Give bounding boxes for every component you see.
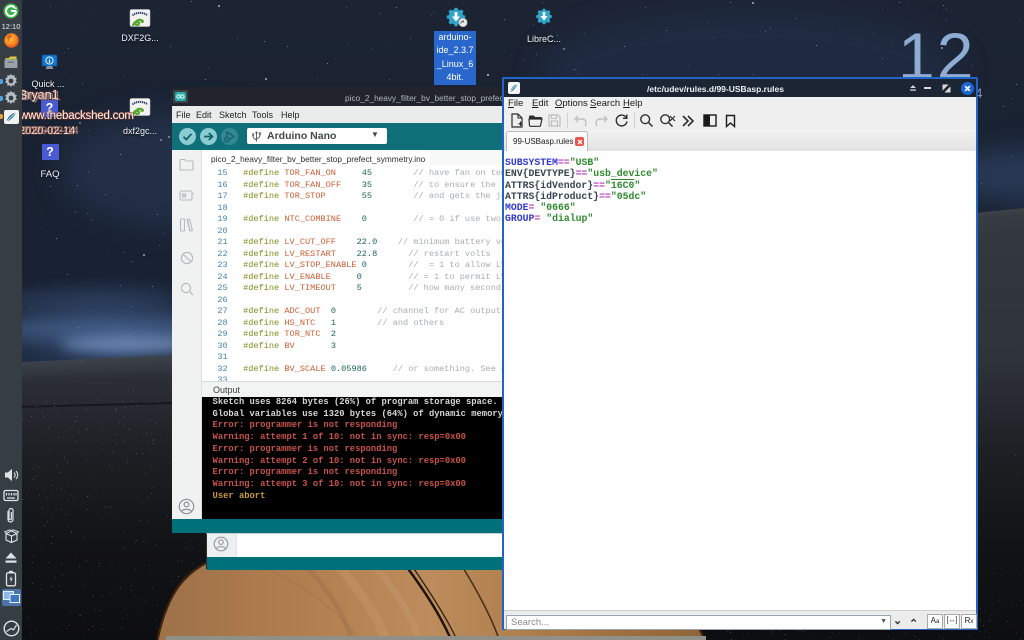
svg-text:i: i xyxy=(49,58,51,65)
